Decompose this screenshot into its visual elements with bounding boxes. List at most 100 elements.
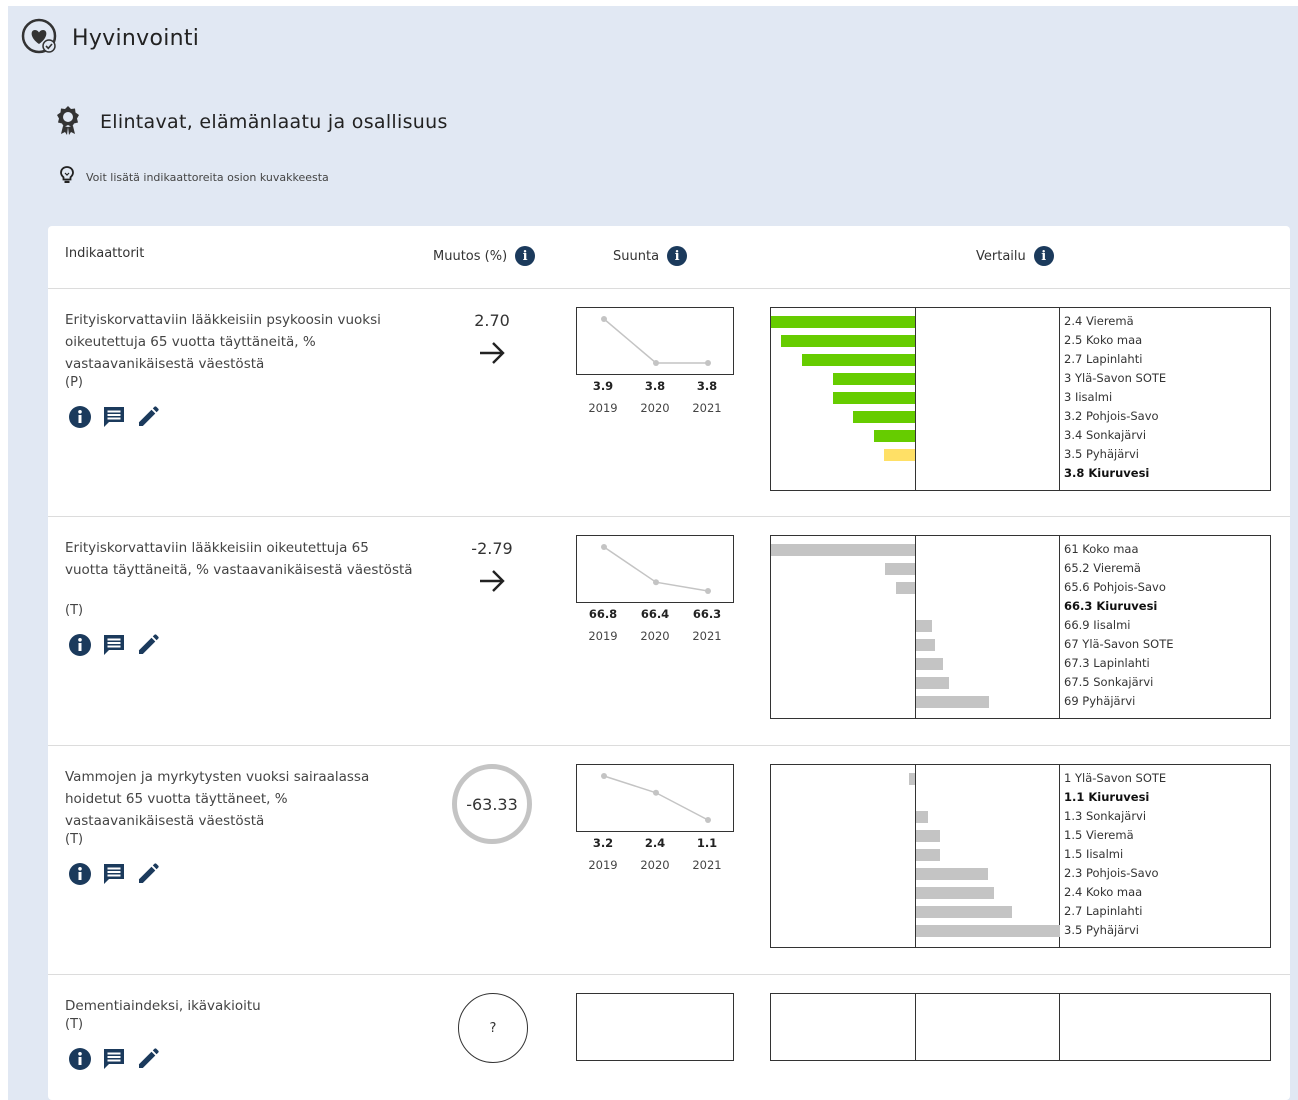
comparison-bar[interactable]: [916, 620, 933, 632]
trend-point: [601, 773, 607, 779]
lightbulb-icon: [60, 166, 74, 188]
info-icon[interactable]: [68, 405, 92, 429]
info-icon[interactable]: [68, 862, 92, 886]
comment-icon[interactable]: [102, 862, 126, 886]
comment-icon[interactable]: [102, 633, 126, 657]
info-icon[interactable]: i: [1033, 246, 1054, 266]
comparison-label: 2.5 Koko maa: [1064, 333, 1143, 347]
comparison-bar[interactable]: [801, 354, 915, 366]
comparison-label: 69 Pyhäjärvi: [1064, 694, 1136, 708]
comparison-label: 67.5 Sonkajärvi: [1064, 675, 1154, 689]
info-icon[interactable]: [68, 1047, 92, 1071]
trend-value: 3.8: [696, 379, 718, 393]
edit-pencil-icon[interactable]: [136, 633, 160, 657]
trend-values: 3.2 2019 2.4 2020 1.1 2021: [576, 836, 734, 876]
trend-point: [705, 588, 711, 594]
comparison-bar[interactable]: [916, 906, 1012, 918]
trend-year: 2019: [588, 401, 618, 415]
trend-value: 2.4: [644, 836, 666, 850]
comparison-bar[interactable]: [916, 925, 1060, 937]
change-ring: -63.33: [452, 764, 532, 844]
comparison-label: 65.2 Vieremä: [1064, 561, 1141, 575]
trend-year: 2019: [588, 858, 618, 872]
comparison-bar[interactable]: [916, 849, 940, 861]
comparison-label: 3 Iisalmi: [1064, 390, 1113, 404]
comparison-bar[interactable]: [895, 582, 915, 594]
trend-values: 3.9 2019 3.8 2020 3.8 2021: [576, 379, 734, 419]
comparison-bar[interactable]: [916, 677, 949, 689]
edit-pencil-icon[interactable]: [136, 1047, 160, 1071]
trend-year: 2021: [692, 401, 722, 415]
comparison-label: 3.4 Sonkajärvi: [1064, 428, 1147, 442]
comparison-label: 67.3 Lapinlahti: [1064, 656, 1150, 670]
comparison-bar[interactable]: [916, 868, 988, 880]
comparison-bar[interactable]: [832, 373, 915, 385]
trend-value: 3.2: [592, 836, 614, 850]
comparison-label: 3.5 Pyhäjärvi: [1064, 447, 1139, 461]
trend-point: [705, 360, 711, 366]
comparison-chart: 2.4 Vieremä 2.5 Koko maa 2.7 Lapinlahti 3 Y…: [770, 307, 1271, 491]
subsection-header: Elintavat, elämänlaatu ja osallisuus: [56, 102, 448, 142]
indicator-table: Indikaattorit Muutos (%) i Suunta i Vert…: [48, 226, 1290, 1100]
edit-pencil-icon[interactable]: [136, 405, 160, 429]
comparison-bar[interactable]: [884, 449, 915, 461]
info-icon[interactable]: i: [667, 246, 688, 266]
comparison-bar[interactable]: [853, 411, 915, 423]
indicator-code: (T): [65, 603, 84, 618]
column-header-comparison: Vertailu i: [976, 246, 1054, 266]
trend-point: [601, 544, 607, 550]
comparison-bar[interactable]: [771, 316, 915, 328]
indicator-code: (T): [65, 832, 84, 847]
trend-line-chart: [601, 316, 711, 366]
comparison-bar[interactable]: [916, 639, 936, 651]
indicator-tools: [68, 405, 170, 429]
trend-value: 1.1: [696, 836, 718, 850]
award-ribbon-icon[interactable]: [56, 105, 80, 139]
indicator-name[interactable]: Dementiaindeksi, ikävakioitu: [65, 995, 415, 1017]
comparison-label: 1.5 Vieremä: [1064, 828, 1134, 842]
comparison-bar[interactable]: [916, 887, 994, 899]
comparison-label: 2.7 Lapinlahti: [1064, 904, 1143, 918]
indicator-name[interactable]: Erityiskorvattaviin lääkkeisiin oikeutet…: [65, 537, 415, 581]
comparison-bar[interactable]: [873, 430, 915, 442]
comparison-bar[interactable]: [832, 392, 915, 404]
column-header-change: Muutos (%) i: [433, 246, 536, 266]
comparison-bar[interactable]: [916, 830, 940, 842]
comparison-bar[interactable]: [781, 335, 915, 347]
trend-year: 2020: [640, 629, 670, 643]
comparison-bar[interactable]: [771, 544, 915, 556]
trend-value: 66.3: [692, 607, 722, 621]
comparison-bar[interactable]: [885, 563, 915, 575]
column-header-indicators: Indikaattorit: [65, 246, 144, 261]
comparison-label: 61 Koko maa: [1064, 542, 1139, 556]
comparison-axis: [915, 308, 916, 490]
comparison-bar[interactable]: [916, 811, 928, 823]
comparison-bar[interactable]: [909, 773, 915, 785]
trend-line: [603, 775, 709, 821]
trend-year: 2020: [640, 401, 670, 415]
trend-point: [653, 360, 659, 366]
indicator-name[interactable]: Vammojen ja myrkytysten vuoksi sairaalas…: [65, 766, 415, 832]
change-value: -63.33: [466, 794, 518, 814]
comparison-label: 3.8 Kiuruvesi: [1064, 466, 1150, 480]
column-label-change: Muutos (%): [433, 248, 508, 264]
comparison-bar[interactable]: [916, 696, 990, 708]
trend-year: 2020: [640, 858, 670, 872]
indicator-name[interactable]: Erityiskorvattaviin lääkkeisiin psykoosi…: [65, 309, 415, 375]
change-value: ?: [489, 1020, 497, 1036]
indicator-tools: [68, 862, 170, 886]
edit-pencil-icon[interactable]: [136, 862, 160, 886]
trend-value: 66.4: [640, 607, 670, 621]
comparison-label: 2.7 Lapinlahti: [1064, 352, 1143, 366]
trend-arrow-icon: [442, 567, 542, 600]
indicator-tools: [68, 1047, 170, 1071]
trend-value: 3.9: [592, 379, 614, 393]
comparison-label: 65.6 Pohjois-Savo: [1064, 580, 1166, 594]
comment-icon[interactable]: [102, 405, 126, 429]
comparison-bar[interactable]: [916, 658, 944, 670]
comment-icon[interactable]: [102, 1047, 126, 1071]
table-row: Erityiskorvattaviin lääkkeisiin psykoosi…: [48, 289, 1290, 517]
info-icon[interactable]: i: [515, 246, 536, 266]
info-icon[interactable]: [68, 633, 92, 657]
trend-sparkline: [576, 535, 734, 603]
